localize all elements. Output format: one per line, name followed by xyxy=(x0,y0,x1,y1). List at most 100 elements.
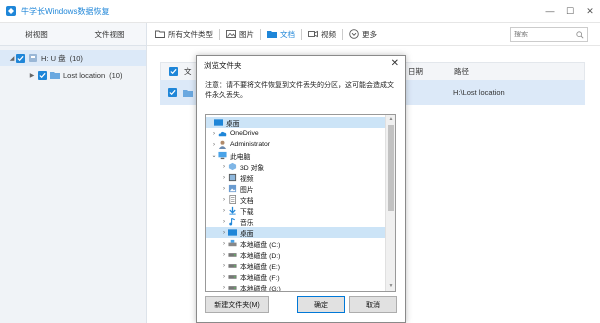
ok-button[interactable]: 确定 xyxy=(297,296,345,313)
folder-label: OneDrive xyxy=(230,130,259,137)
folder-tree-item[interactable]: ⌄ 此电脑 xyxy=(206,150,250,161)
minimize-button[interactable]: — xyxy=(540,0,560,22)
folder-label: 本地磁盘 (C:) xyxy=(240,241,281,249)
filter-documents-label: 文档 xyxy=(280,29,295,39)
usb-drive-icon xyxy=(29,54,37,62)
expand-arrow-icon[interactable]: › xyxy=(220,230,228,236)
folder-tree-item[interactable]: › OneDrive xyxy=(206,128,259,139)
hard-drive-icon xyxy=(228,286,237,290)
collapse-arrow-icon[interactable]: ◢ xyxy=(8,55,16,62)
filter-videos-label: 视频 xyxy=(321,29,336,39)
expand-arrow-icon[interactable]: › xyxy=(220,285,228,291)
expand-arrow-icon[interactable]: › xyxy=(220,219,228,225)
folder-label: 本地磁盘 (E:) xyxy=(240,263,281,271)
desktop-folder-icon xyxy=(228,229,237,236)
video-icon xyxy=(308,30,318,38)
user-icon xyxy=(218,140,227,149)
filter-videos[interactable]: 视频 xyxy=(302,23,342,46)
drive-checkbox[interactable] xyxy=(16,53,25,63)
expand-arrow-icon[interactable]: › xyxy=(220,186,228,192)
filter-more[interactable]: 更多 xyxy=(343,23,383,46)
sidebar: 树视图 文件视图 ◢ H: U 盘 (10) ▶ Lost location (… xyxy=(0,23,147,323)
chevron-down-circle-icon xyxy=(349,29,359,39)
onedrive-cloud-icon xyxy=(218,131,227,137)
row-path: H:\Lost location xyxy=(453,88,505,97)
folder-tree-item[interactable]: › 文档 xyxy=(206,194,254,205)
expand-arrow-icon[interactable]: › xyxy=(210,142,218,148)
folder-tree-item[interactable]: › 音乐 xyxy=(206,216,254,227)
dialog-close-button[interactable]: ✕ xyxy=(391,58,399,69)
expand-arrow-icon[interactable]: › xyxy=(220,197,228,203)
desktop-folder-icon xyxy=(214,119,223,126)
folder-tree-item[interactable]: › 本地磁盘 (E:) xyxy=(206,260,280,271)
tab-file-view[interactable]: 文件视图 xyxy=(73,23,146,45)
checkmark-icon xyxy=(170,68,177,75)
browse-folder-dialog: 浏览文件夹 ✕ 注意：请不要将文件恢复到文件丢失的分区，这可能会造成文件永久丢失… xyxy=(196,55,406,323)
tree-item-drive-h[interactable]: ◢ H: U 盘 (10) xyxy=(0,50,146,66)
folder-tree-item[interactable]: › 图片 xyxy=(206,183,254,194)
maximize-button[interactable]: ☐ xyxy=(560,0,580,22)
expand-arrow-icon[interactable]: › xyxy=(220,263,228,269)
tree-item-lost-location[interactable]: ▶ Lost location (10) xyxy=(28,68,122,82)
folder-tree-item[interactable]: › 本地磁盘 (D:) xyxy=(206,249,280,260)
folder-label: 音乐 xyxy=(240,219,254,227)
folder-label: 文档 xyxy=(240,197,254,205)
folder-tree-item[interactable]: › 本地磁盘 (C:) xyxy=(206,238,280,249)
filter-images-label: 图片 xyxy=(239,29,254,39)
search-input[interactable] xyxy=(514,31,576,38)
music-icon xyxy=(229,217,235,226)
expand-arrow-icon[interactable]: › xyxy=(220,208,228,214)
folder-tree-item[interactable]: › 下载 xyxy=(206,205,254,216)
drive-label: H: U 盘 xyxy=(41,53,66,63)
search-box[interactable] xyxy=(510,27,588,42)
app-logo-icon xyxy=(6,6,16,16)
folder-tree-item-selected[interactable]: › 桌面 xyxy=(206,227,386,238)
scroll-down-arrow-icon[interactable]: ▼ xyxy=(386,282,395,291)
window-controls: — ☐ ✕ xyxy=(540,0,600,22)
folder-tree-item[interactable]: › 本地磁盘 (F:) xyxy=(206,271,280,282)
folder-tree-item[interactable]: › 视频 xyxy=(206,172,254,183)
column-header-name[interactable]: 文 xyxy=(184,66,192,77)
expand-arrow-icon[interactable]: › xyxy=(220,164,228,170)
expand-arrow-icon[interactable]: › xyxy=(220,274,228,280)
scroll-up-arrow-icon[interactable]: ▲ xyxy=(386,115,395,124)
filter-all-types-label: 所有文件类型 xyxy=(168,29,213,39)
filter-all-types[interactable]: 所有文件类型 xyxy=(147,23,219,46)
folder-label: 本地磁盘 (D:) xyxy=(240,252,281,260)
cancel-button[interactable]: 取消 xyxy=(349,296,397,313)
lost-location-checkbox[interactable] xyxy=(38,70,47,80)
search-icon[interactable] xyxy=(576,30,584,39)
lost-location-label: Lost location xyxy=(63,70,106,80)
expand-arrow-icon[interactable]: › xyxy=(220,252,228,258)
folder-tree-item[interactable]: › 3D 对象 xyxy=(206,161,264,172)
folder-tree-item[interactable]: › Administrator xyxy=(206,139,270,150)
folder-tree-item[interactable]: 桌面 xyxy=(206,117,386,128)
scrollbar-thumb[interactable] xyxy=(388,125,394,211)
filter-images[interactable]: 图片 xyxy=(220,23,260,46)
app-title: 牛学长Windows数据恢复 xyxy=(21,6,110,16)
expand-arrow-icon[interactable]: › xyxy=(220,241,228,247)
computer-icon xyxy=(218,151,227,160)
hard-drive-icon xyxy=(228,253,237,257)
select-all-checkbox[interactable] xyxy=(169,67,178,76)
folder-tree-item[interactable]: › 本地磁盘 (G:) xyxy=(206,282,281,292)
folder-label: 桌面 xyxy=(240,230,254,238)
filter-documents[interactable]: 文档 xyxy=(261,23,301,46)
title-bar: 牛学长Windows数据恢复 — ☐ ✕ xyxy=(0,0,600,22)
hard-drive-icon xyxy=(228,264,237,268)
expand-arrow-icon[interactable]: › xyxy=(210,131,218,137)
row-checkbox[interactable] xyxy=(168,88,177,97)
collapse-arrow-icon[interactable]: ⌄ xyxy=(210,152,218,159)
column-header-date[interactable]: 日期 xyxy=(408,66,423,77)
system-drive-icon xyxy=(228,239,237,247)
expand-arrow-icon[interactable]: › xyxy=(220,175,228,181)
folder-tree: 桌面 › OneDrive › Administrator ⌄ 此电脑 › 3D… xyxy=(205,114,396,292)
column-header-path[interactable]: 路径 xyxy=(454,66,469,77)
close-button[interactable]: ✕ xyxy=(580,0,600,22)
folder-tree-scrollbar[interactable]: ▲ ▼ xyxy=(385,115,395,291)
expand-arrow-icon[interactable]: ▶ xyxy=(28,72,36,79)
new-folder-button[interactable]: 新建文件夹(M) xyxy=(205,296,269,313)
filter-toolbar: 所有文件类型 图片 文档 视频 更多 xyxy=(147,23,600,46)
folder-outline-icon xyxy=(155,30,165,38)
tab-tree-view[interactable]: 树视图 xyxy=(0,23,73,45)
